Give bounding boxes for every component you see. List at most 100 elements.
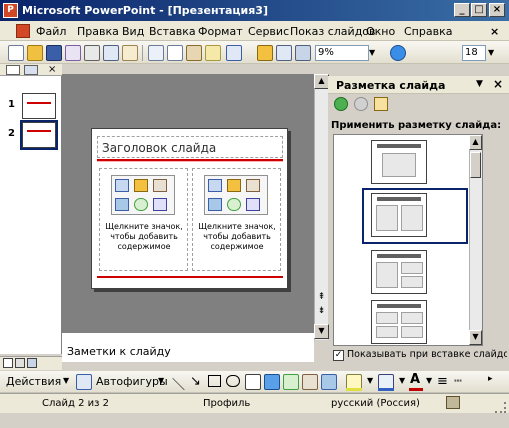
- slide-title-placeholder[interactable]: Заголовок слайда: [102, 141, 216, 155]
- save-icon[interactable]: [46, 45, 62, 61]
- slide-thumbnail-1[interactable]: [22, 93, 56, 119]
- print-preview-icon[interactable]: [103, 45, 119, 61]
- font-size-select[interactable]: 18: [462, 45, 486, 61]
- autoshapes-dropdown-icon[interactable]: ▼: [158, 376, 164, 385]
- slides-tab-icon[interactable]: [24, 65, 38, 75]
- rectangle-icon[interactable]: [208, 375, 221, 387]
- gallery-scroll-up-icon[interactable]: ▲: [469, 135, 482, 150]
- permission-icon[interactable]: [65, 45, 81, 61]
- zoom-dropdown-icon[interactable]: ▼: [369, 45, 379, 61]
- copy-icon[interactable]: [167, 45, 183, 61]
- gallery-scroll-down-icon[interactable]: ▼: [469, 330, 482, 345]
- undo-icon[interactable]: [226, 45, 242, 61]
- menu-format[interactable]: Формат: [198, 24, 243, 39]
- back-icon[interactable]: [334, 97, 348, 111]
- clipart-icon[interactable]: [302, 374, 318, 390]
- scroll-up-icon[interactable]: ▲: [314, 74, 329, 89]
- notes-placeholder[interactable]: Заметки к слайду: [67, 345, 171, 358]
- insert-media-icon[interactable]: [153, 198, 167, 211]
- wordart-icon[interactable]: [264, 374, 280, 390]
- slide-sorter-view-icon[interactable]: [15, 358, 25, 368]
- forward-icon[interactable]: [354, 97, 368, 111]
- insert-picture-icon[interactable]: [115, 198, 129, 211]
- document-icon[interactable]: [16, 24, 30, 38]
- home-icon[interactable]: [374, 97, 388, 111]
- new-icon[interactable]: [8, 45, 24, 61]
- show-on-insert-label[interactable]: Показывать при вставке слайдов: [347, 349, 507, 360]
- actions-dropdown-icon[interactable]: ▼: [63, 376, 69, 385]
- show-on-insert-checkbox[interactable]: ✓: [333, 350, 344, 361]
- menu-slideshow[interactable]: Показ слайдов: [290, 24, 376, 39]
- close-button[interactable]: ×: [489, 3, 505, 17]
- insert-table-icon[interactable]: [115, 179, 129, 192]
- autoshapes-menu[interactable]: Автофигуры: [96, 375, 168, 388]
- menu-tools[interactable]: Сервис: [248, 24, 289, 39]
- insert-clipart-icon[interactable]: [246, 179, 260, 192]
- insert-diagram-icon[interactable]: [134, 198, 148, 211]
- layout-content-box: [401, 326, 423, 338]
- font-color-icon[interactable]: A: [410, 372, 420, 387]
- font-color-dropdown-icon[interactable]: ▼: [426, 376, 432, 385]
- line-icon[interactable]: ＼: [172, 374, 185, 393]
- insert-clipart-icon[interactable]: [153, 179, 167, 192]
- help-icon[interactable]: [390, 45, 406, 61]
- insert-diagram-icon[interactable]: [227, 198, 241, 211]
- format-painter-icon[interactable]: [205, 45, 221, 61]
- next-slide-icon[interactable]: ⇟: [314, 306, 329, 320]
- dash-style-icon[interactable]: ┅: [454, 374, 462, 389]
- footer-line: [97, 276, 283, 278]
- normal-view-icon[interactable]: [3, 358, 13, 368]
- maximize-button[interactable]: □: [471, 3, 487, 17]
- menu-file[interactable]: Файл: [36, 24, 66, 39]
- insert-chart-icon[interactable]: [257, 45, 273, 61]
- oval-icon[interactable]: [226, 375, 240, 387]
- font-size-dropdown-icon[interactable]: ▼: [488, 45, 498, 61]
- taskpane-menu-icon[interactable]: ▼: [476, 79, 483, 89]
- menu-window[interactable]: Окно: [366, 24, 395, 39]
- fill-dropdown-icon[interactable]: ▼: [367, 376, 373, 385]
- menu-edit[interactable]: Правка: [77, 24, 119, 39]
- print-icon[interactable]: [84, 45, 100, 61]
- outline-tab-icon[interactable]: [6, 65, 20, 75]
- menu-help[interactable]: Справка: [404, 24, 452, 39]
- textbox-icon[interactable]: [245, 374, 261, 390]
- powerpoint-app-icon[interactable]: P: [3, 3, 18, 18]
- insert-picture-icon[interactable]: [208, 198, 222, 211]
- minimize-button[interactable]: _: [454, 3, 470, 17]
- picture-icon[interactable]: [321, 374, 337, 390]
- insert-chart-icon[interactable]: [227, 179, 241, 192]
- insert-table-icon[interactable]: [208, 179, 222, 192]
- scroll-down-icon[interactable]: ▼: [314, 324, 329, 339]
- select-pointer-icon[interactable]: [76, 374, 92, 390]
- gallery-scroll-thumb[interactable]: [470, 152, 481, 178]
- toolbar-options-icon[interactable]: ▸: [488, 374, 493, 384]
- insert-table-icon[interactable]: [276, 45, 292, 61]
- open-icon[interactable]: [27, 45, 43, 61]
- taskpane-close-icon[interactable]: ×: [493, 77, 503, 91]
- menu-view[interactable]: Вид: [122, 24, 144, 39]
- paste-icon[interactable]: [186, 45, 202, 61]
- previous-slide-icon[interactable]: ⇞: [314, 292, 329, 306]
- insert-media-icon[interactable]: [246, 198, 260, 211]
- spelling-icon[interactable]: [122, 45, 138, 61]
- menu-insert[interactable]: Вставка: [149, 24, 196, 39]
- slide-thumbnail-2[interactable]: [22, 122, 56, 148]
- doc-close-button[interactable]: ×: [490, 24, 499, 39]
- zoom-select[interactable]: 9%: [315, 45, 369, 61]
- spelling-status-icon[interactable]: [446, 396, 460, 409]
- layout-title-bar: [377, 254, 421, 258]
- content-placeholder-text-right: Щелкните значок, чтобы добавить содержим…: [198, 222, 276, 251]
- title-underline-light: [97, 161, 283, 162]
- arrow-icon[interactable]: ↘: [190, 374, 201, 389]
- grid-icon[interactable]: [295, 45, 311, 61]
- resize-grip[interactable]: [495, 402, 506, 413]
- insert-chart-icon[interactable]: [134, 179, 148, 192]
- pane-close-icon[interactable]: ×: [48, 64, 60, 76]
- cut-icon[interactable]: [148, 45, 164, 61]
- slideshow-view-icon[interactable]: [27, 358, 37, 368]
- layout-title-bar: [377, 144, 421, 148]
- actions-menu[interactable]: Действия: [6, 375, 61, 388]
- diagram-icon[interactable]: [283, 374, 299, 390]
- line-style-icon[interactable]: ≡: [437, 374, 448, 389]
- line-color-dropdown-icon[interactable]: ▼: [399, 376, 405, 385]
